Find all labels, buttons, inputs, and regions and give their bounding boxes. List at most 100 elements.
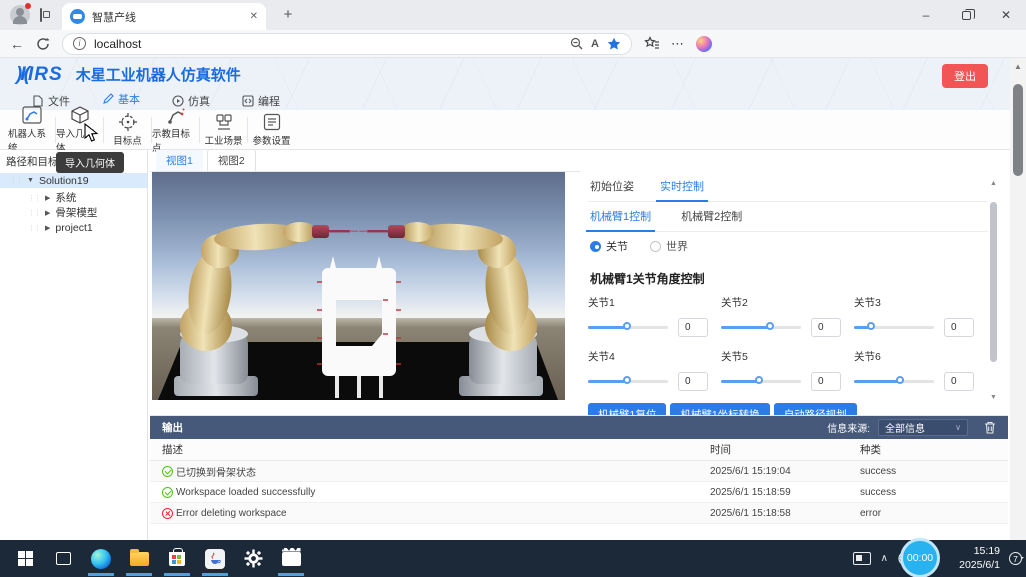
url-text[interactable]: localhost bbox=[94, 37, 562, 51]
joint-5-input[interactable] bbox=[811, 372, 841, 391]
url-bar[interactable]: i localhost A bbox=[62, 33, 632, 55]
viewport-tab-2[interactable]: 视图2 bbox=[207, 149, 256, 171]
tree-item-system[interactable]: ⋮⋮ ▶ 系统 bbox=[0, 190, 147, 205]
taskbar-video-app-icon[interactable] bbox=[272, 542, 310, 576]
joint-6-input[interactable] bbox=[944, 372, 974, 391]
joint-3-slider[interactable] bbox=[854, 326, 934, 329]
taskbar-edge-icon[interactable] bbox=[82, 542, 120, 576]
joint-5-slider[interactable] bbox=[721, 380, 801, 383]
page-scroll-thumb[interactable] bbox=[1013, 84, 1023, 176]
scroll-up-icon[interactable]: ▲ bbox=[1014, 62, 1022, 71]
collections-icon[interactable] bbox=[644, 36, 659, 51]
read-aloud-icon[interactable]: A bbox=[591, 38, 599, 50]
task-view-button[interactable] bbox=[44, 542, 82, 576]
tree-expanded-icon[interactable]: ▼ bbox=[27, 177, 34, 184]
window-minimize-button[interactable]: – bbox=[906, 1, 946, 29]
joint-1-input[interactable] bbox=[678, 318, 708, 337]
browser-menu-icon[interactable]: ⋯ bbox=[671, 36, 684, 52]
tab-realtime-control[interactable]: 实时控制 bbox=[660, 178, 704, 194]
col-type: 种类 bbox=[860, 442, 950, 457]
tree-item-project1[interactable]: ⋮⋮ ▶ project1 bbox=[0, 220, 147, 235]
panel-vertical-scrollbar[interactable]: ▲ ▼ bbox=[988, 178, 999, 403]
toolbar-target-point[interactable]: 目标点 bbox=[104, 113, 151, 147]
scroll-up-icon[interactable]: ▲ bbox=[990, 180, 997, 187]
tab-initial-pose[interactable]: 初始位姿 bbox=[590, 178, 634, 194]
control-panel: 初始位姿 实时控制 机械臂1控制 机械臂2控制 关节 世界 机械臂1关节角度控制… bbox=[588, 172, 988, 407]
joint-3-input[interactable] bbox=[944, 318, 974, 337]
viewport-tabstrip: 视图1 视图2 bbox=[150, 150, 580, 172]
taskbar-store-icon[interactable] bbox=[158, 542, 196, 576]
profile-alert-dot bbox=[25, 3, 31, 9]
table-row[interactable]: 已切换到骨架状态 2025/6/1 15:19:04 success bbox=[150, 461, 1008, 482]
back-icon[interactable]: ← bbox=[10, 36, 24, 52]
path-target-sidebar: 路径和目标点 ⋮⋮ ▼ Solution19 ⋮⋮ ▶ 系统 ⋮⋮ ▶ 骨架模型… bbox=[0, 150, 148, 540]
radio-joint[interactable]: 关节 bbox=[590, 238, 628, 254]
browser-profile-icon[interactable] bbox=[10, 5, 30, 25]
joint-4-slider[interactable] bbox=[588, 380, 668, 383]
crosshair-icon bbox=[119, 113, 137, 131]
success-icon bbox=[162, 487, 173, 498]
tree-collapsed-icon[interactable]: ▶ bbox=[45, 194, 50, 202]
tree-item-solution19[interactable]: ⋮⋮ ▼ Solution19 bbox=[0, 173, 147, 188]
source-dropdown[interactable]: 全部信息 ∨ bbox=[878, 419, 968, 436]
taskbar-java-app-icon[interactable] bbox=[196, 542, 234, 576]
app-logo: )I(IRS 木星工业机器人仿真软件 bbox=[16, 64, 241, 86]
copilot-icon[interactable] bbox=[696, 36, 712, 52]
taskbar-explorer-icon[interactable] bbox=[120, 542, 158, 576]
joint-2-input[interactable] bbox=[811, 318, 841, 337]
v-scroll-thumb[interactable] bbox=[990, 202, 997, 362]
tree-collapsed-icon[interactable]: ▶ bbox=[45, 209, 50, 217]
tab-arm2-control[interactable]: 机械臂2控制 bbox=[681, 208, 742, 224]
table-row[interactable]: Error deleting workspace 2025/6/1 15:18:… bbox=[150, 503, 1008, 524]
clock-time: 15:19 bbox=[948, 545, 1000, 558]
cube-icon bbox=[70, 106, 90, 124]
joint-4-control: 关节4 bbox=[588, 343, 721, 391]
reload-icon[interactable] bbox=[36, 37, 50, 51]
joint-4-input[interactable] bbox=[678, 372, 708, 391]
joint-2-slider[interactable] bbox=[721, 326, 801, 329]
notification-badge: 7 bbox=[1009, 552, 1022, 565]
tab-favicon-icon bbox=[70, 9, 85, 24]
joint-6-slider[interactable] bbox=[854, 380, 934, 383]
table-row[interactable]: Workspace loaded successfully 2025/6/1 1… bbox=[150, 482, 1008, 503]
screen-recorder-timer[interactable]: 00:00 bbox=[900, 538, 940, 577]
new-tab-icon[interactable]: + bbox=[278, 1, 298, 28]
favorite-star-icon[interactable] bbox=[607, 37, 621, 51]
code-square-icon bbox=[242, 95, 254, 107]
logout-button[interactable]: 登出 bbox=[942, 64, 988, 88]
browser-tab[interactable]: 智慧产线 ✕ bbox=[62, 3, 266, 30]
toolbar: 机器人系统 导入几何体 目标点 示教目标点 工业场景 参数设置 bbox=[0, 110, 1010, 150]
widgets-icon[interactable] bbox=[853, 552, 871, 565]
output-header: 输出 信息来源: 全部信息 ∨ bbox=[150, 416, 1008, 439]
scroll-down-icon[interactable]: ▼ bbox=[990, 394, 997, 401]
tree-item-skeleton-model[interactable]: ⋮⋮ ▶ 骨架模型 bbox=[0, 205, 147, 220]
start-button[interactable] bbox=[6, 542, 44, 576]
page-scrollbar[interactable]: ▲ bbox=[1010, 58, 1026, 540]
radio-world[interactable]: 世界 bbox=[650, 238, 688, 254]
toolbar-parameter-settings[interactable]: 参数设置 bbox=[248, 113, 295, 147]
toolbar-teach-target-point[interactable]: 示教目标点 bbox=[152, 106, 199, 154]
clear-output-icon[interactable] bbox=[984, 421, 996, 434]
output-panel: 输出 信息来源: 全部信息 ∨ 描述 时间 种类 已切换到骨架状态 2025/6… bbox=[150, 415, 1008, 533]
zoom-out-icon[interactable] bbox=[570, 37, 583, 50]
success-icon bbox=[162, 466, 173, 477]
toolbar-robot-system[interactable]: 机器人系统 bbox=[8, 106, 55, 154]
site-info-icon[interactable]: i bbox=[73, 37, 86, 50]
3d-viewport-canvas[interactable] bbox=[152, 172, 565, 400]
drag-handle-icon[interactable]: ⋮⋮ bbox=[28, 224, 40, 232]
toolbar-industrial-scene[interactable]: 工业场景 bbox=[200, 113, 247, 147]
viewport-tab-1[interactable]: 视图1 bbox=[156, 150, 203, 171]
drag-handle-icon[interactable]: ⋮⋮ bbox=[28, 209, 40, 217]
tab-arm1-control[interactable]: 机械臂1控制 bbox=[590, 208, 651, 224]
tree-collapsed-icon[interactable]: ▶ bbox=[45, 224, 50, 232]
window-close-button[interactable]: ✕ bbox=[986, 1, 1026, 29]
workspaces-icon[interactable] bbox=[40, 9, 42, 21]
tray-chevron-icon[interactable]: ∧ bbox=[881, 553, 888, 564]
taskbar-settings-icon[interactable] bbox=[234, 542, 272, 576]
drag-handle-icon[interactable]: ⋮⋮ bbox=[10, 177, 22, 185]
tab-close-icon[interactable]: ✕ bbox=[250, 3, 258, 30]
drag-handle-icon[interactable]: ⋮⋮ bbox=[28, 194, 40, 202]
window-restore-button[interactable] bbox=[946, 1, 986, 29]
taskbar-clock[interactable]: 00:00 15:19 2025/6/1 bbox=[948, 545, 1000, 571]
joint-1-slider[interactable] bbox=[588, 326, 668, 329]
